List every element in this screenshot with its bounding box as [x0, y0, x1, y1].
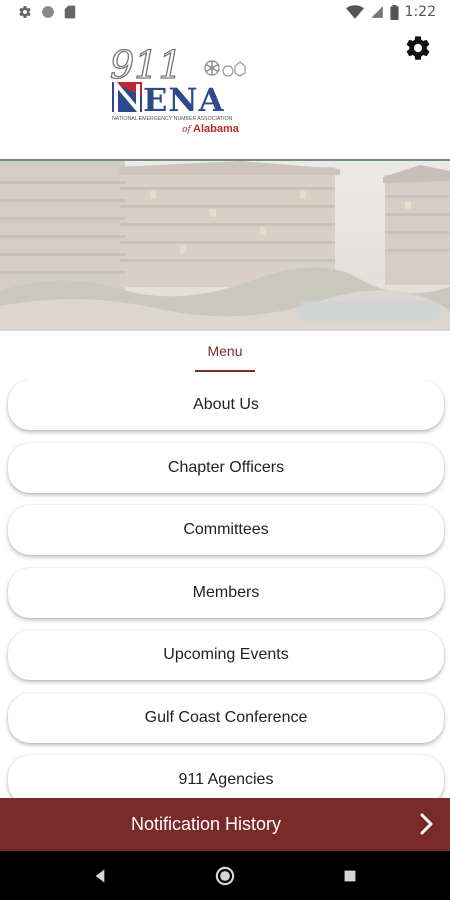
menu-item-chapter-officers[interactable]: Chapter Officers [8, 443, 444, 493]
menu-item-upcoming-events[interactable]: Upcoming Events [8, 630, 444, 680]
menu-item-committees[interactable]: Committees [8, 505, 444, 555]
logo-of-text: of [182, 125, 192, 135]
logo-tagline: NATIONAL EMERGENCY NUMBER ASSOCIATION [112, 116, 233, 122]
menu-item-about-us[interactable]: About Us [8, 380, 444, 430]
sd-card-icon [64, 5, 76, 19]
home-button[interactable] [212, 863, 238, 889]
notification-history-button[interactable]: Notification History [0, 798, 450, 851]
back-button[interactable] [87, 863, 113, 889]
status-bar: 1:22 [0, 0, 450, 26]
status-notifications [18, 5, 76, 19]
gear-icon [19, 6, 31, 18]
gear-icon [406, 36, 430, 60]
status-system: 1:22 [345, 4, 436, 20]
settings-button[interactable] [404, 34, 432, 62]
recents-button[interactable] [337, 863, 363, 889]
wifi-icon [345, 5, 364, 19]
system-nav-bar [0, 851, 450, 900]
logo-n-emblem [112, 78, 142, 116]
hero-image [0, 161, 450, 331]
status-time: 1:22 [404, 4, 436, 20]
chevron-right-icon [420, 813, 433, 835]
menu-tab-indicator [195, 370, 255, 372]
menu-item-911-agencies[interactable]: 911 Agencies [8, 755, 444, 798]
home-icon [215, 866, 235, 886]
badge-emblem-icon [222, 61, 246, 77]
menu-list[interactable]: About Us Chapter Officers Committees Mem… [0, 380, 450, 798]
app-header: 911 ENA NATIONAL EMERGENCY NUMBER ASSOCI… [0, 26, 450, 160]
logo-state-text: Alabama [193, 123, 240, 135]
battery-icon [389, 4, 399, 20]
notification-history-label: Notification History [130, 814, 282, 834]
back-icon [95, 869, 105, 883]
nena-alabama-logo: 911 ENA NATIONAL EMERGENCY NUMBER ASSOCI… [108, 42, 258, 144]
menu-tab[interactable]: Menu [0, 343, 450, 359]
logo-ena-text: ENA [143, 81, 225, 119]
menu-item-gulf-coast-conference[interactable]: Gulf Coast Conference [8, 693, 444, 743]
circle-icon [42, 6, 54, 18]
star-of-life-icon [204, 60, 220, 76]
recents-icon [344, 870, 356, 882]
signal-icon [370, 6, 383, 18]
menu-item-members[interactable]: Members [8, 568, 444, 618]
